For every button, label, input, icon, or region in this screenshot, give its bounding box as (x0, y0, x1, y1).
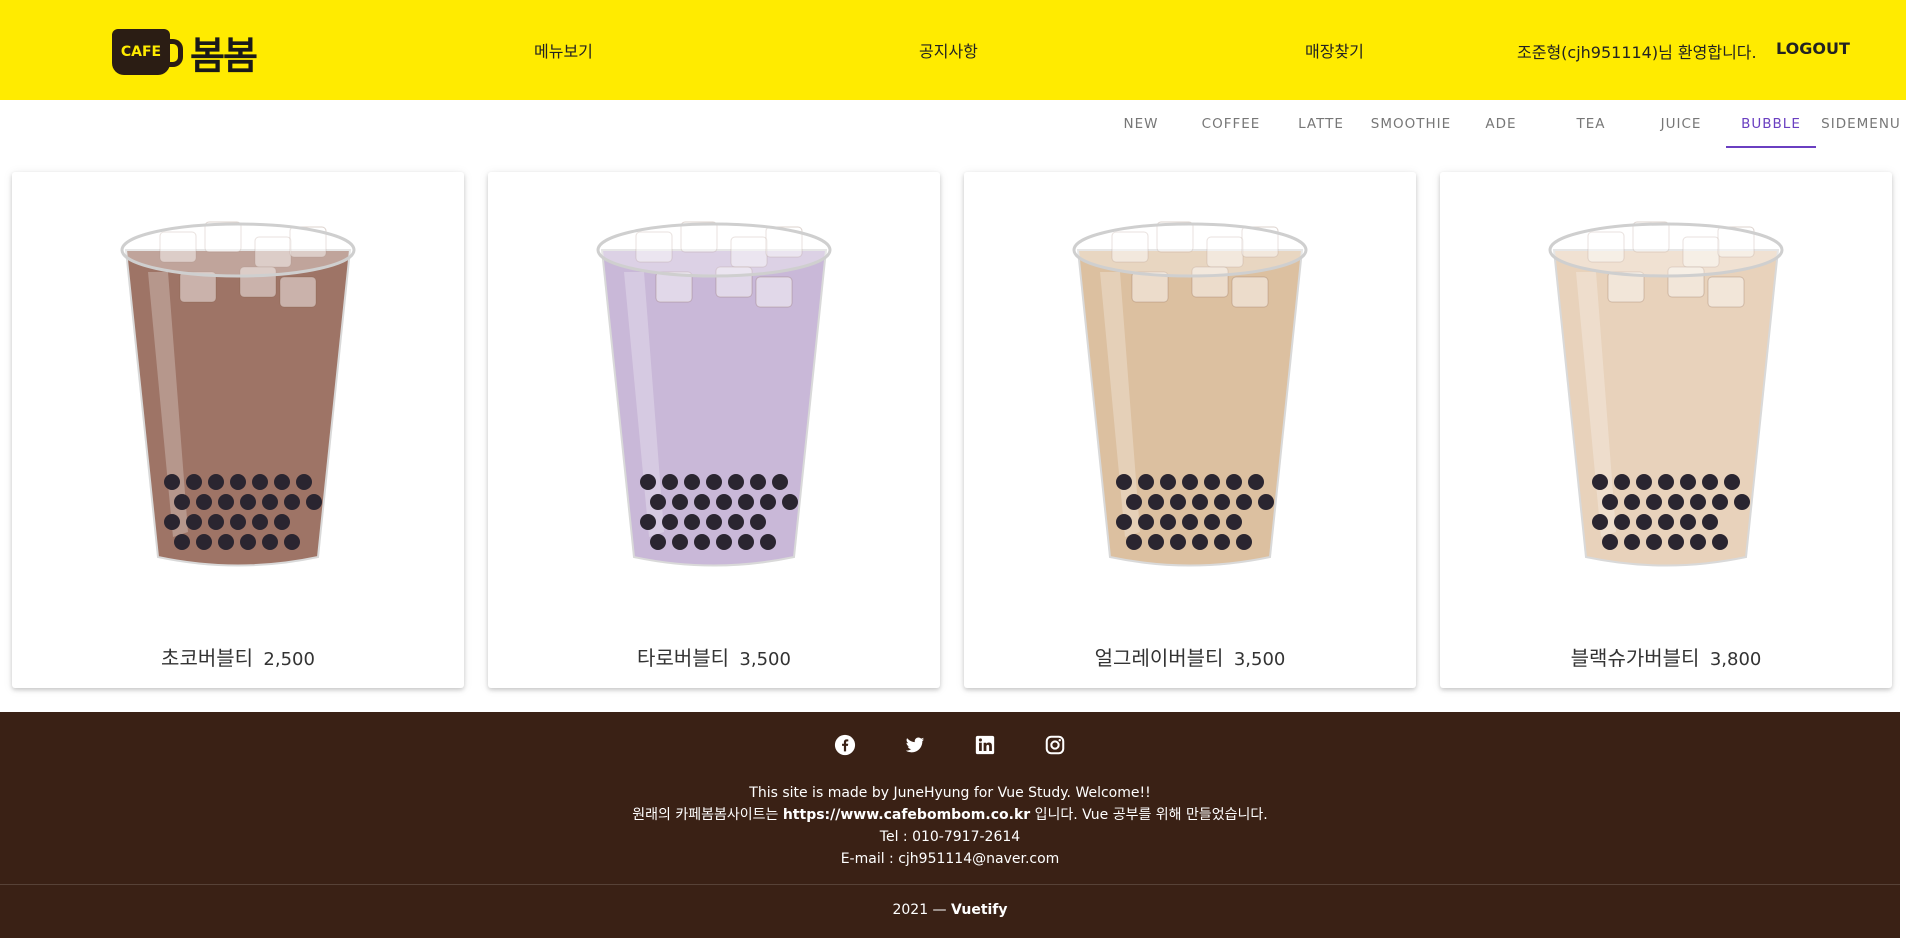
footer-tel: Tel : 010-7917-2614 (879, 829, 1021, 845)
welcome-message: 조준형(cjh951114)님 환영합니다. (1517, 43, 1757, 62)
top-header: CAFE 봄봄 메뉴보기 공지사항 매장찾기 조준형(cjh951114)님 환… (0, 0, 1906, 100)
product-caption: 타로버블티 3,500 (488, 642, 940, 671)
product-name: 타로버블티 (637, 646, 730, 670)
footer-email: E-mail : cjh951114@naver.com (840, 851, 1060, 867)
coffee-cup-logo-icon: CAFE (112, 29, 183, 75)
product-caption: 얼그레이버블티 3,500 (964, 642, 1416, 671)
copyright-brand: Vuetify (951, 902, 1008, 918)
tab-smoothie[interactable]: SMOOTHIE (1366, 100, 1456, 148)
product-card[interactable]: 초코버블티 2,500 (12, 172, 464, 688)
product-card[interactable]: 블랙슈가버블티 3,800 (1440, 172, 1892, 688)
nav-menu-view[interactable]: 메뉴보기 (534, 38, 593, 62)
footer-intro: This site is made by JuneHyung for Vue S… (749, 785, 1151, 801)
facebook-icon[interactable] (834, 734, 856, 756)
product-price: 3,800 (1709, 649, 1762, 670)
tab-sidemenu[interactable]: SIDEMENU (1816, 100, 1906, 148)
product-image-black-sugar-bubble-tea (1548, 221, 1784, 567)
product-price: 3,500 (1233, 649, 1286, 670)
tab-latte[interactable]: LATTE (1276, 100, 1366, 148)
footer-info: This site is made by JuneHyung for Vue S… (0, 782, 1900, 870)
cafe-bombom-logo[interactable]: CAFE 봄봄 (112, 28, 258, 78)
tab-ade[interactable]: ADE (1456, 100, 1546, 148)
product-name: 얼그레이버블티 (1094, 646, 1224, 670)
copyright-year: 2021 — (892, 902, 947, 918)
instagram-icon[interactable] (1044, 734, 1066, 756)
copyright: 2021 — Vuetify (0, 902, 1900, 918)
footer-divider (0, 884, 1900, 885)
nav-notice[interactable]: 공지사항 (919, 38, 978, 62)
product-card[interactable]: 얼그레이버블티 3,500 (964, 172, 1416, 688)
logo-name: 봄봄 (190, 33, 258, 78)
footer-original-site: 원래의 카페봄봄사이트는 https://www.cafebombom.co.k… (0, 804, 1900, 826)
tab-bubble[interactable]: BUBBLE (1726, 100, 1816, 148)
product-card[interactable]: 타로버블티 3,500 (488, 172, 940, 688)
product-price: 2,500 (263, 649, 315, 670)
social-links (0, 734, 1900, 756)
product-image-earl-grey-bubble-tea (1072, 221, 1308, 567)
product-caption: 초코버블티 2,500 (12, 642, 464, 671)
logout-button[interactable]: LOGOUT (1776, 39, 1850, 58)
footer-original-suffix: 입니다. Vue 공부를 위해 만들었습니다. (1034, 807, 1268, 823)
tab-tea[interactable]: TEA (1546, 100, 1636, 148)
product-name: 블랙슈가버블티 (1570, 646, 1700, 670)
site-footer: This site is made by JuneHyung for Vue S… (0, 712, 1900, 938)
original-site-link[interactable]: https://www.cafebombom.co.kr (783, 807, 1030, 823)
footer-original-prefix: 원래의 카페봄봄사이트는 (632, 807, 779, 823)
twitter-icon[interactable] (904, 734, 926, 756)
product-image-taro-bubble-tea (596, 221, 832, 567)
product-price: 3,500 (739, 649, 791, 670)
tab-juice[interactable]: JUICE (1636, 100, 1726, 148)
category-tabs: NEW COFFEE LATTE SMOOTHIE ADE TEA JUICE … (1096, 100, 1906, 148)
product-name: 초코버블티 (161, 646, 254, 670)
logo-badge-text: CAFE (120, 44, 162, 60)
nav-store-finder[interactable]: 매장찾기 (1305, 38, 1364, 62)
linkedin-icon[interactable] (974, 734, 996, 756)
product-caption: 블랙슈가버블티 3,800 (1440, 642, 1892, 671)
tab-new[interactable]: NEW (1096, 100, 1186, 148)
tab-coffee[interactable]: COFFEE (1186, 100, 1276, 148)
product-image-choco-bubble-tea (120, 221, 356, 567)
